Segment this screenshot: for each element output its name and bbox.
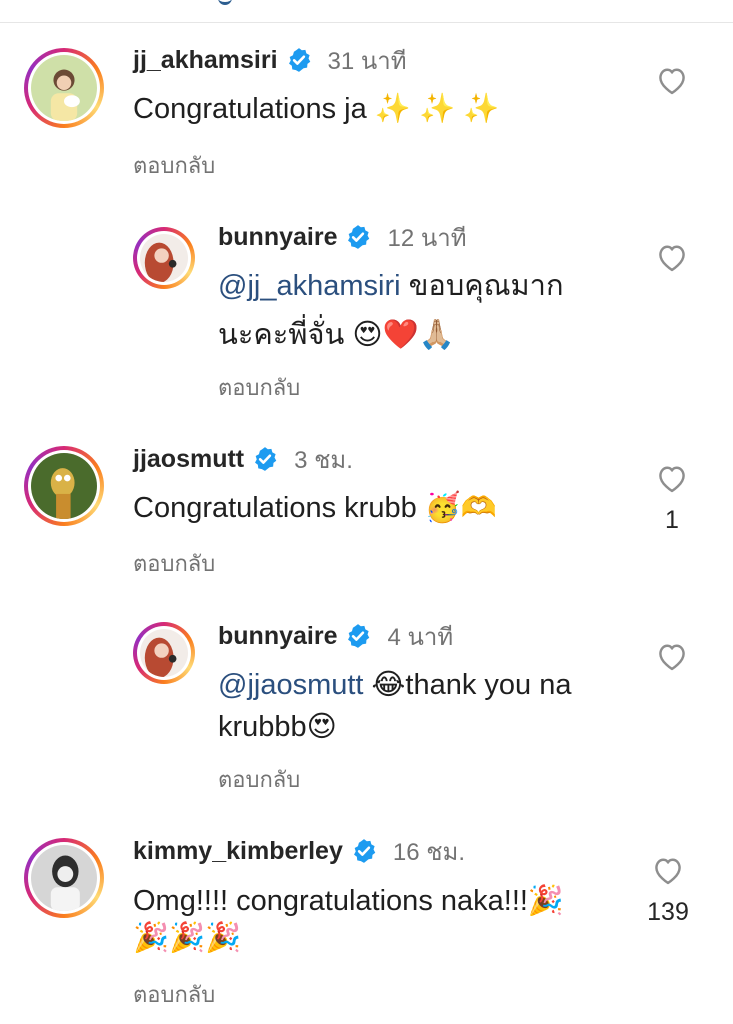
comment-text: @jjaosmutt 😂thank you na: [218, 664, 572, 706]
heart-outline-icon[interactable]: [655, 242, 689, 272]
avatar[interactable]: [24, 446, 104, 526]
comment-text: Congratulations ja ✨ ✨ ✨: [133, 93, 500, 125]
username[interactable]: bunnyaire: [218, 622, 337, 651]
reply-comment-item: bunnyaire 12 นาที @jj_akhamsiri ขอบคุณมา…: [0, 200, 733, 400]
verified-badge-icon: [351, 838, 377, 864]
avatar-photo: [31, 845, 97, 911]
comment-time: 3 ชม.: [294, 446, 353, 474]
comment-text-line1: 😂thank you na: [363, 669, 572, 701]
avatar[interactable]: [133, 227, 195, 289]
heart-outline-icon[interactable]: [651, 855, 685, 885]
username[interactable]: bunnyaire: [218, 223, 337, 252]
reply-button[interactable]: ตอบกลับ: [133, 977, 215, 1012]
comment-text: Omg!!!! congratulations naka!!!🎉: [133, 885, 565, 917]
verified-badge-icon: [286, 47, 312, 73]
verified-badge-icon: [345, 224, 371, 250]
comment-text-line1: ขอบคุณมาก: [400, 270, 564, 302]
username[interactable]: kimmy_kimberley: [133, 837, 343, 866]
mention-link[interactable]: @jj_akhamsiri: [218, 270, 401, 302]
comment-item: jjaosmutt 3 ชม. Congratulations krubb 🥳🫶…: [0, 400, 733, 600]
like-count: 139: [647, 898, 689, 926]
comment-text-line2: นะคะพี่จั่น 😍❤️🙏🏼: [218, 319, 455, 351]
username[interactable]: jj_akhamsiri: [133, 46, 278, 75]
avatar-photo: [31, 453, 97, 519]
avatar[interactable]: [133, 622, 195, 684]
verified-badge-icon: [345, 623, 371, 649]
comment-text: Congratulations krubb 🥳🫶: [133, 492, 498, 524]
username[interactable]: jjaosmutt: [133, 445, 244, 474]
mention-link[interactable]: @jjaosmutt: [218, 669, 363, 701]
comment-time: 16 ชม.: [392, 838, 465, 866]
heart-outline-icon[interactable]: [655, 463, 689, 493]
reply-button[interactable]: ตอบกลับ: [133, 546, 215, 581]
avatar-photo: [140, 629, 188, 677]
reply-button[interactable]: ตอบกลับ: [133, 148, 215, 183]
like-count: 1: [665, 506, 679, 534]
comment-time: 4 นาที: [387, 623, 454, 651]
comment-text-line2: 🎉🎉🎉: [133, 922, 242, 954]
avatar[interactable]: [24, 838, 104, 918]
comment-text: @jj_akhamsiri ขอบคุณมาก: [218, 265, 564, 307]
verified-badge-icon: [252, 446, 278, 472]
avatar-photo: [140, 234, 188, 282]
comment-time: 31 นาที: [327, 47, 407, 75]
avatar[interactable]: [24, 48, 104, 128]
comment-time: 12 นาที: [387, 224, 467, 252]
avatar-photo: [31, 55, 97, 121]
comment-text-line2: krubbb😍: [218, 711, 337, 743]
heart-outline-icon[interactable]: [655, 641, 689, 671]
comment-item: kimmy_kimberley 16 ชม. Omg!!!! congratul…: [0, 800, 733, 1024]
comment-item: jj_akhamsiri 31 นาที Congratulations ja …: [0, 0, 733, 200]
reply-button[interactable]: ตอบกลับ: [218, 762, 300, 797]
reply-comment-item: bunnyaire 4 นาที @jjaosmutt 😂thank you n…: [0, 600, 733, 800]
heart-outline-icon[interactable]: [655, 65, 689, 95]
